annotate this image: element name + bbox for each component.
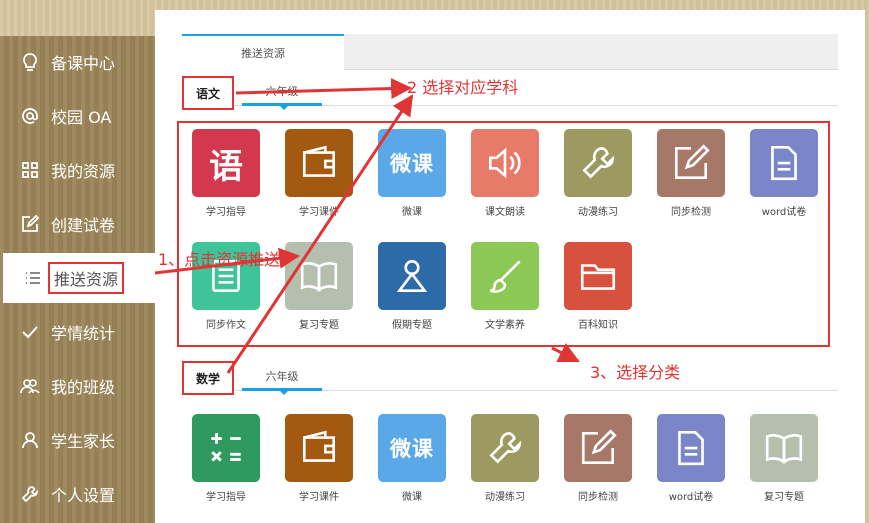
resource-courseware[interactable]: 学习课件 [279,129,359,229]
resource-label: word试卷 [668,492,714,503]
annotation-step1: 1、点击资源推送 [158,250,281,269]
sidebar-item-label: 我的资源 [51,162,116,181]
resource-label: 课文朗读 [485,207,525,218]
resource-label: 同步作文 [206,320,246,331]
sidebar-item-settings[interactable]: 个人设置 [0,469,155,519]
annotation-step3: 3、选择分类 [590,363,681,382]
resource-label: 学习指导 [206,207,246,218]
at-icon [19,105,41,127]
resource-study-guide[interactable]: 学习指导 [186,414,266,514]
resource-micro-lesson[interactable]: 微课 微课 [372,129,452,229]
sidebar-item-my-class[interactable]: 我的班级 [0,361,155,411]
weike-text-icon: 微课 [378,129,446,197]
resource-review-topic[interactable]: 复习专题 [279,242,359,342]
grade-tab[interactable]: 六年级 [242,363,322,395]
grid-icon [19,159,41,181]
sidebar-item-campus-oa[interactable]: 校园 OA [0,91,155,141]
edit-square-icon [19,213,41,235]
edit-icon [564,414,632,482]
resource-courseware[interactable]: 学习课件 [279,414,359,514]
sidebar-item-label: 备课中心 [51,54,116,73]
yu-char-icon: 语 [192,129,260,197]
sidebar-item-learning-stats[interactable]: 学情统计 [0,307,155,357]
wrench-icon [564,129,632,197]
sidebar-item-label: 校园 OA [51,108,112,127]
sidebar-item-label: 推送资源 [48,262,125,294]
resource-label: 复习专题 [764,492,804,503]
users-icon [19,375,41,397]
resource-label: 学习课件 [299,492,339,503]
tab-bar: 推送资源 [182,34,838,70]
resource-review-topic[interactable]: 复习专题 [744,414,824,514]
document-icon [750,129,818,197]
sidebar-item-label: 学生家长 [51,432,116,451]
resource-animation-practice[interactable]: 动漫练习 [558,129,638,229]
resource-study-guide[interactable]: 语 学习指导 [186,129,266,229]
speaker-icon [471,129,539,197]
subject-tab[interactable]: 语文 [182,76,234,110]
resource-label: 学习指导 [206,492,246,503]
tab-push-resources[interactable]: 推送资源 [182,34,344,70]
brush-icon [471,242,539,310]
sidebar-item-label: 学情统计 [51,324,116,343]
resource-label: 复习专题 [299,320,339,331]
list-icon [22,267,44,289]
resource-animation-practice[interactable]: 动漫练习 [465,414,545,514]
resource-holiday-topic[interactable]: 假期专题 [372,242,452,342]
resource-label: word试卷 [761,207,807,218]
sidebar-item-label: 创建试卷 [51,216,116,235]
document-icon [657,414,725,482]
resource-word-exam[interactable]: word试卷 [744,129,824,229]
resource-sync-test[interactable]: 同步检测 [651,129,731,229]
resource-label: 微课 [402,492,422,503]
wrench-icon [471,414,539,482]
sidebar-item-parents[interactable]: 学生家长 [0,415,155,465]
resource-text-reading[interactable]: 课文朗读 [465,129,545,229]
resource-label: 文学素养 [485,320,525,331]
sidebar-item-label: 个人设置 [51,486,116,505]
check-icon [19,321,41,343]
sidebar-item-label: 我的班级 [51,378,116,397]
lightbulb-icon [19,51,41,73]
resource-label: 学习课件 [299,207,339,218]
resource-label: 动漫练习 [578,207,618,218]
resource-micro-lesson[interactable]: 微课 微课 [372,414,452,514]
subject-tab[interactable]: 数学 [182,361,234,395]
wallet-icon [285,414,353,482]
sidebar-item-lesson-prep[interactable]: 备课中心 [0,37,155,87]
sidebar-item-create-exam[interactable]: 创建试卷 [0,199,155,249]
subject-row: 数学 六年级 [182,361,838,395]
resource-label: 微课 [402,207,422,218]
math-symbols-icon [192,414,260,482]
annotation-step2: 2 选择对应学科 [407,78,519,97]
wallet-icon [285,129,353,197]
resource-word-exam[interactable]: word试卷 [651,414,731,514]
grade-tab[interactable]: 六年级 [242,78,322,110]
wrench-icon [19,483,41,505]
resource-label: 百科知识 [578,320,618,331]
resource-label: 同步检测 [578,492,618,503]
user-icon [19,429,41,451]
resource-label: 同步检测 [671,207,711,218]
sidebar: 备课中心 校园 OA 我的资源 创建试卷 推送资源 学情统计 我的班级 学生家长… [0,36,155,523]
folder-icon [564,242,632,310]
sidebar-item-my-resources[interactable]: 我的资源 [0,145,155,195]
resource-sync-test[interactable]: 同步检测 [558,414,638,514]
book-icon [285,242,353,310]
sidebar-item-push-resources[interactable]: 推送资源 [3,253,155,303]
resource-literary-literacy[interactable]: 文学素养 [465,242,545,342]
weike-text-icon: 微课 [378,414,446,482]
person-icon [378,242,446,310]
resource-label: 动漫练习 [485,492,525,503]
resource-encyclopedia[interactable]: 百科知识 [558,242,638,342]
resource-label: 假期专题 [392,320,432,331]
edit-icon [657,129,725,197]
book-icon [750,414,818,482]
